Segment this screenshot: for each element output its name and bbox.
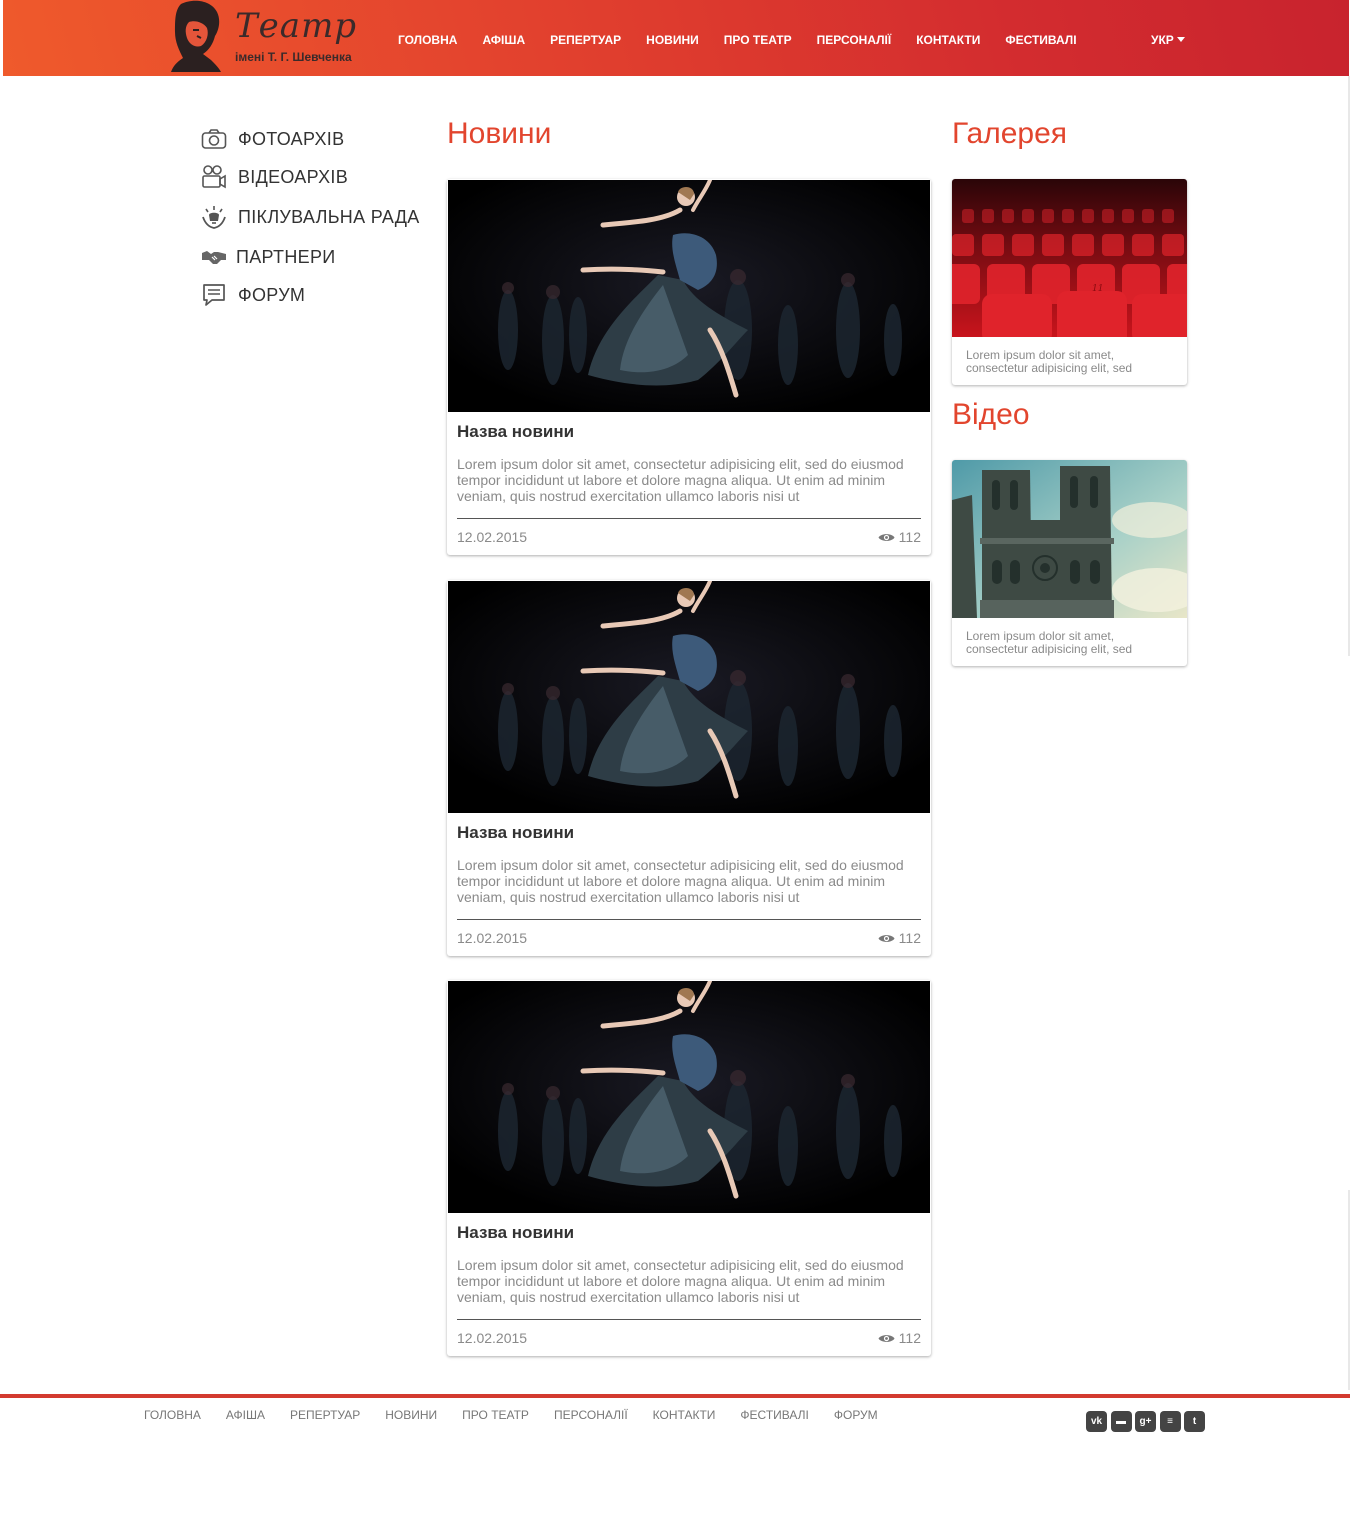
news-title[interactable]: Назва новини (457, 1223, 921, 1243)
nav-item-contacts[interactable]: КОНТАКТИ (916, 33, 980, 47)
gallery-card[interactable]: 11 Lorem ipsum dolor sit amet, consectet… (952, 179, 1187, 385)
footer-nav-forum[interactable]: ФОРУМ (834, 1408, 878, 1422)
side-menu: ФОТОАРХІВ ВІДЕОАРХІВ ПІКЛУВАЛЬНА РАДА ПА… (200, 120, 440, 314)
news-excerpt: Lorem ipsum dolor sit amet, consectetur … (457, 1257, 921, 1320)
footer-nav-festivals[interactable]: ФЕСТИВАЛІ (740, 1408, 808, 1422)
sidebar-item-video-archive[interactable]: ВІДЕОАРХІВ (200, 158, 440, 196)
sidebar-item-forum[interactable]: ФОРУМ (200, 276, 440, 314)
footer-nav-about[interactable]: ПРО ТЕАТР (462, 1408, 529, 1422)
google-plus-icon[interactable]: g+ (1135, 1411, 1156, 1432)
news-views-count: 112 (898, 930, 921, 946)
footer-divider (0, 1394, 1350, 1398)
video-caption: Lorem ipsum dolor sit amet, consectetur … (966, 629, 1133, 656)
nav-item-home[interactable]: ГОЛОВНА (398, 33, 457, 47)
language-selector[interactable]: УКР (1151, 33, 1185, 47)
footer-nav-repertoire[interactable]: РЕПЕРТУАР (290, 1408, 360, 1422)
news-views-count: 112 (898, 1330, 921, 1346)
main-nav: ГОЛОВНА АФІША РЕПЕРТУАР НОВИНИ ПРО ТЕАТР… (398, 33, 1102, 47)
caret-down-icon (1176, 37, 1185, 42)
news-date: 12.02.2015 (457, 529, 528, 545)
video-camera-icon (200, 163, 228, 191)
news-excerpt: Lorem ipsum dolor sit amet, consectetur … (457, 857, 921, 920)
youtube-icon[interactable]: ▬ (1110, 1411, 1132, 1432)
news-date: 12.02.2015 (457, 930, 528, 946)
language-label: УКР (1151, 33, 1174, 47)
trustee-icon (200, 203, 228, 231)
gallery-image-theatre-seats[interactable]: 11 (952, 179, 1187, 337)
logo-script-text: Театр (235, 6, 358, 46)
news-views-count: 112 (898, 529, 921, 545)
news-views: 112 (878, 930, 921, 946)
twitter-icon[interactable]: t (1184, 1411, 1205, 1432)
footer-nav: ГОЛОВНА АФІША РЕПЕРТУАР НОВИНИ ПРО ТЕАТР… (144, 1408, 903, 1422)
video-image-cathedral[interactable] (952, 460, 1187, 618)
sidebar-item-label: ВІДЕОАРХІВ (238, 166, 349, 187)
news-card[interactable]: Назва новини Lorem ipsum dolor sit amet,… (447, 980, 931, 1356)
gallery-section-title: Галерея (952, 117, 1068, 150)
nav-item-afisha[interactable]: АФІША (482, 33, 525, 47)
sidebar-item-label: ФОТОАРХІВ (238, 128, 345, 149)
news-section-title: Новини (447, 117, 552, 150)
news-excerpt: Lorem ipsum dolor sit amet, consectetur … (457, 456, 921, 519)
chat-icon (200, 281, 228, 309)
news-card[interactable]: Назва новини Lorem ipsum dolor sit amet,… (447, 580, 931, 956)
news-image-ballet[interactable] (448, 981, 930, 1213)
sidebar-item-partners[interactable]: ПАРТНЕРИ (200, 238, 440, 276)
news-title[interactable]: Назва новини (457, 823, 921, 843)
social-links: vk ▬ g+ ≡ t (1086, 1411, 1209, 1432)
sidebar-item-label: ФОРУМ (238, 284, 306, 305)
news-image-ballet[interactable] (448, 180, 930, 412)
news-views: 112 (878, 1330, 921, 1346)
footer-nav-contacts[interactable]: КОНТАКТИ (653, 1408, 716, 1422)
video-section-title: Відео (952, 398, 1030, 431)
news-date: 12.02.2015 (457, 1330, 528, 1346)
flag-icon[interactable]: ≡ (1159, 1411, 1181, 1432)
video-card[interactable]: Lorem ipsum dolor sit amet, consectetur … (952, 460, 1187, 666)
sidebar-item-label: ПАРТНЕРИ (236, 246, 336, 267)
logo-subtitle: імені Т. Г. Шевченка (235, 50, 352, 64)
nav-item-about[interactable]: ПРО ТЕАТР (724, 33, 792, 47)
site-header: Театр імені Т. Г. Шевченка ГОЛОВНА АФІША… (3, 0, 1349, 76)
nav-item-repertoire[interactable]: РЕПЕРТУАР (550, 33, 621, 47)
news-views: 112 (878, 529, 921, 545)
eye-icon (878, 533, 895, 541)
handshake-icon (200, 243, 228, 271)
svg-text:11: 11 (1092, 284, 1103, 294)
shevchenko-portrait-icon (171, 0, 221, 72)
footer-nav-news[interactable]: НОВИНИ (385, 1408, 437, 1422)
theatre-logo[interactable]: Театр імені Т. Г. Шевченка (167, 0, 367, 72)
nav-item-news[interactable]: НОВИНИ (646, 33, 699, 47)
footer-nav-afisha[interactable]: АФІША (226, 1408, 265, 1422)
sidebar-item-label: ПІКЛУВАЛЬНА РАДА (238, 206, 420, 227)
sidebar-item-trustees[interactable]: ПІКЛУВАЛЬНА РАДА (200, 196, 440, 238)
eye-icon (878, 934, 895, 942)
news-title[interactable]: Назва новини (457, 422, 921, 442)
nav-item-personalities[interactable]: ПЕРСОНАЛІЇ (817, 33, 892, 47)
nav-item-festivals[interactable]: ФЕСТИВАЛІ (1005, 33, 1076, 47)
gallery-caption: Lorem ipsum dolor sit amet, consectetur … (966, 348, 1133, 375)
camera-icon (200, 125, 228, 153)
footer-nav-home[interactable]: ГОЛОВНА (144, 1408, 201, 1422)
news-image-ballet[interactable] (448, 581, 930, 813)
sidebar-item-photo-archive[interactable]: ФОТОАРХІВ (200, 120, 440, 158)
eye-icon (878, 1334, 895, 1342)
vk-icon[interactable]: vk (1086, 1411, 1107, 1432)
footer-nav-personalities[interactable]: ПЕРСОНАЛІЇ (554, 1408, 628, 1422)
news-card[interactable]: Назва новини Lorem ipsum dolor sit amet,… (447, 179, 931, 555)
